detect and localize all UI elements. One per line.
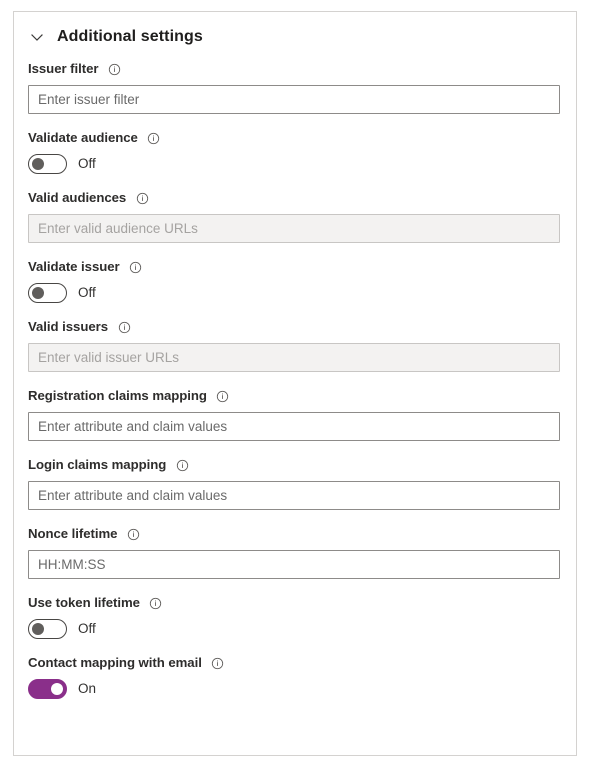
info-circle-icon[interactable]	[129, 260, 143, 274]
toggle-row-use_token_lifetime: Off	[28, 619, 560, 639]
field-validate_issuer: Validate issuer Off	[28, 258, 560, 303]
field-label-row: Contact mapping with email	[28, 654, 560, 672]
info-circle-icon[interactable]	[135, 191, 149, 205]
field-label-login_claims_mapping: Login claims mapping	[28, 457, 167, 472]
toggle-knob	[32, 623, 44, 635]
field-label-row: Issuer filter	[28, 60, 560, 78]
toggle-row-validate_issuer: Off	[28, 283, 560, 303]
toggle-row-validate_audience: Off	[28, 154, 560, 174]
info-circle-icon[interactable]	[117, 320, 131, 334]
field-issuer_filter: Issuer filter	[28, 60, 560, 114]
input-nonce_lifetime[interactable]	[28, 550, 560, 579]
input-issuer_filter[interactable]	[28, 85, 560, 114]
toggle-use_token_lifetime[interactable]	[28, 619, 67, 639]
field-label-issuer_filter: Issuer filter	[28, 61, 99, 76]
input-valid_audiences	[28, 214, 560, 243]
field-label-registration_claims_mapping: Registration claims mapping	[28, 388, 207, 403]
field-registration_claims_mapping: Registration claims mapping	[28, 387, 560, 441]
info-circle-icon[interactable]	[107, 62, 121, 76]
field-valid_audiences: Valid audiences	[28, 189, 560, 243]
field-label-row: Use token lifetime	[28, 594, 560, 612]
panel-header[interactable]: Additional settings	[14, 12, 576, 46]
field-validate_audience: Validate audience Off	[28, 129, 560, 174]
input-registration_claims_mapping[interactable]	[28, 412, 560, 441]
field-login_claims_mapping: Login claims mapping	[28, 456, 560, 510]
field-valid_issuers: Valid issuers	[28, 318, 560, 372]
toggle-state-label-contact_mapping_with_email: On	[78, 681, 97, 696]
info-circle-icon[interactable]	[216, 389, 230, 403]
info-circle-icon[interactable]	[175, 458, 189, 472]
toggle-validate_audience[interactable]	[28, 154, 67, 174]
info-circle-icon[interactable]	[126, 527, 140, 541]
field-contact_mapping_with_email: Contact mapping with email On	[28, 654, 560, 699]
field-nonce_lifetime: Nonce lifetime	[28, 525, 560, 579]
field-use_token_lifetime: Use token lifetime Off	[28, 594, 560, 639]
settings-field-list: Issuer filter Validate audience Off Valid a…	[14, 60, 576, 699]
page-title: Additional settings	[57, 27, 203, 45]
toggle-state-label-validate_audience: Off	[78, 156, 96, 171]
toggle-knob	[51, 683, 63, 695]
field-label-row: Valid issuers	[28, 318, 560, 336]
field-label-row: Validate audience	[28, 129, 560, 147]
field-label-row: Login claims mapping	[28, 456, 560, 474]
field-label-row: Nonce lifetime	[28, 525, 560, 543]
toggle-validate_issuer[interactable]	[28, 283, 67, 303]
toggle-knob	[32, 158, 44, 170]
field-label-use_token_lifetime: Use token lifetime	[28, 595, 140, 610]
field-label-contact_mapping_with_email: Contact mapping with email	[28, 655, 202, 670]
field-label-validate_issuer: Validate issuer	[28, 259, 120, 274]
field-label-valid_audiences: Valid audiences	[28, 190, 127, 205]
toggle-state-label-use_token_lifetime: Off	[78, 621, 96, 636]
input-valid_issuers	[28, 343, 560, 372]
field-label-nonce_lifetime: Nonce lifetime	[28, 526, 118, 541]
toggle-knob	[32, 287, 44, 299]
field-label-valid_issuers: Valid issuers	[28, 319, 108, 334]
field-label-row: Valid audiences	[28, 189, 560, 207]
field-label-validate_audience: Validate audience	[28, 130, 138, 145]
info-circle-icon[interactable]	[211, 656, 225, 670]
input-login_claims_mapping[interactable]	[28, 481, 560, 510]
toggle-row-contact_mapping_with_email: On	[28, 679, 560, 699]
field-label-row: Validate issuer	[28, 258, 560, 276]
toggle-state-label-validate_issuer: Off	[78, 285, 96, 300]
additional-settings-panel: Additional settings Issuer filter Validat…	[13, 11, 577, 756]
info-circle-icon[interactable]	[147, 131, 161, 145]
toggle-contact_mapping_with_email[interactable]	[28, 679, 67, 699]
info-circle-icon[interactable]	[149, 596, 163, 610]
field-label-row: Registration claims mapping	[28, 387, 560, 405]
chevron-down-icon[interactable]	[27, 27, 47, 47]
